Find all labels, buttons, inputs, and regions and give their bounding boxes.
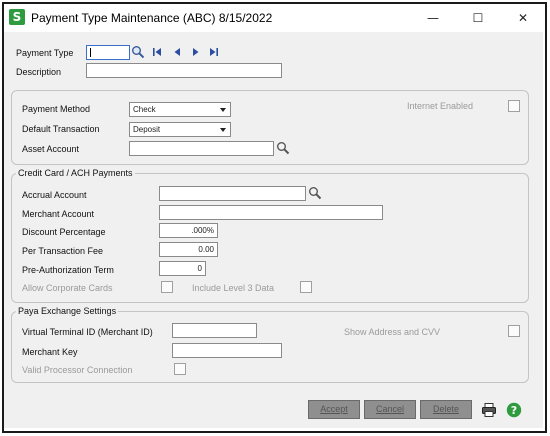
help-icon[interactable]: ? (506, 402, 522, 418)
payment-method-value: Check (133, 105, 156, 114)
internet-enabled-checkbox[interactable] (508, 100, 520, 112)
pre-authorization-term-label: Pre-Authorization Term (22, 265, 114, 275)
maximize-button[interactable]: ☐ (466, 8, 490, 28)
previous-record-icon[interactable] (172, 46, 182, 58)
pre-authorization-term-input[interactable]: 0 (159, 261, 206, 276)
sage-app-icon: S (9, 9, 25, 25)
default-transaction-value: Deposit (133, 125, 161, 134)
payment-method-select[interactable]: Check (129, 102, 231, 117)
bottom-button-bar: Accept Cancel Delete ? (4, 392, 543, 428)
cancel-button[interactable]: Cancel (364, 400, 416, 419)
accrual-account-label: Accrual Account (22, 190, 87, 200)
include-level3-checkbox[interactable] (300, 281, 312, 293)
discount-percentage-input[interactable]: .000% (159, 223, 218, 238)
per-transaction-fee-input[interactable]: 0.00 (159, 242, 218, 257)
asset-account-lookup-icon[interactable] (276, 141, 290, 155)
allow-corporate-cards-checkbox[interactable] (161, 281, 173, 293)
description-label: Description (16, 67, 62, 77)
valid-processor-checkbox[interactable] (174, 363, 186, 375)
credit-card-ach-group-title: Credit Card / ACH Payments (16, 168, 135, 178)
next-record-icon[interactable] (191, 46, 201, 58)
last-record-icon[interactable] (209, 46, 219, 58)
payment-type-label: Payment Type (16, 48, 74, 58)
payment-method-label: Payment Method (22, 104, 91, 114)
payment-type-lookup-icon[interactable] (131, 45, 145, 59)
minimize-button[interactable]: — (421, 8, 445, 28)
close-button[interactable]: ✕ (511, 8, 535, 28)
asset-account-input[interactable] (129, 141, 274, 156)
show-address-cvv-label: Show Address and CVV (344, 327, 441, 337)
payment-type-input[interactable] (86, 45, 130, 60)
window-title: Payment Type Maintenance (ABC) 8/15/2022 (31, 11, 273, 25)
chevron-down-icon (220, 128, 226, 132)
accept-button[interactable]: Accept (308, 400, 360, 419)
merchant-key-label: Merchant Key (22, 347, 78, 357)
title-bar: S Payment Type Maintenance (ABC) 8/15/20… (4, 4, 543, 32)
accrual-account-input[interactable] (159, 186, 306, 201)
first-record-icon[interactable] (152, 46, 162, 58)
merchant-key-input[interactable] (172, 343, 282, 358)
merchant-account-input[interactable] (159, 205, 383, 220)
asset-account-label: Asset Account (22, 144, 80, 154)
delete-button[interactable]: Delete (420, 400, 472, 419)
payment-type-window: S Payment Type Maintenance (ABC) 8/15/20… (4, 4, 543, 428)
merchant-account-label: Merchant Account (22, 209, 95, 219)
virtual-terminal-label: Virtual Terminal ID (Merchant ID) (22, 327, 153, 337)
virtual-terminal-input[interactable] (172, 323, 257, 338)
valid-processor-label: Valid Processor Connection (22, 365, 133, 375)
description-input[interactable] (86, 63, 282, 78)
show-address-cvv-checkbox[interactable] (508, 325, 520, 337)
text-caret (90, 48, 91, 57)
default-transaction-select[interactable]: Deposit (129, 122, 231, 137)
internet-enabled-label: Internet Enabled (407, 101, 474, 111)
accrual-account-lookup-icon[interactable] (308, 186, 322, 200)
per-transaction-fee-label: Per Transaction Fee (22, 246, 104, 256)
include-level3-label: Include Level 3 Data (192, 283, 275, 293)
discount-percentage-label: Discount Percentage (22, 227, 106, 237)
default-transaction-label: Default Transaction (22, 124, 100, 134)
svg-text:?: ? (511, 404, 517, 417)
paya-exchange-group-title: Paya Exchange Settings (16, 306, 119, 316)
printer-icon[interactable] (481, 402, 497, 418)
allow-corporate-cards-label: Allow Corporate Cards (22, 283, 113, 293)
chevron-down-icon (220, 108, 226, 112)
